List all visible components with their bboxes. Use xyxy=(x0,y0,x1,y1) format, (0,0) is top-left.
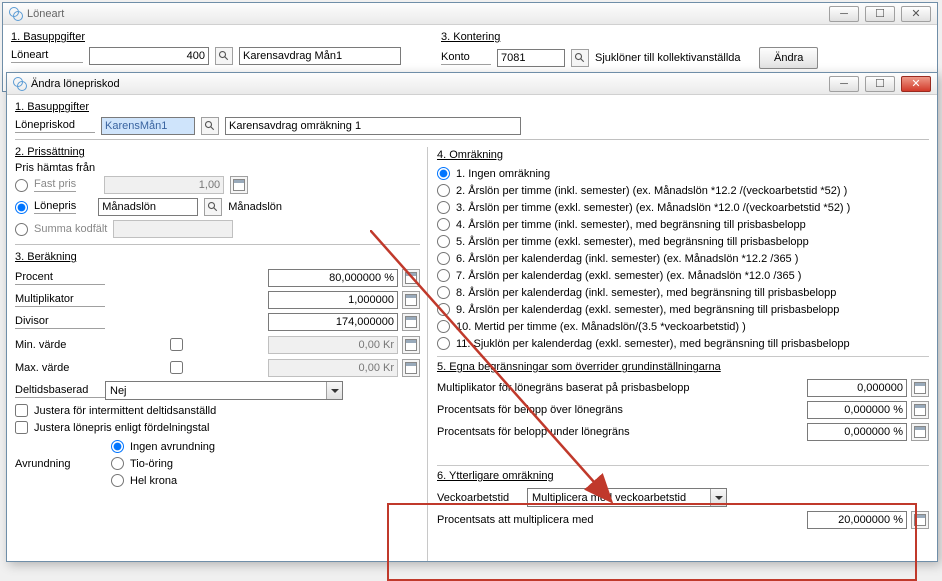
eg1-input[interactable] xyxy=(807,379,907,397)
close-button[interactable]: ✕ xyxy=(901,76,931,92)
andra-lonepriskod-window: Ändra lönepriskod ─ ☐ ✕ 1. Basuppgifter … xyxy=(6,72,938,562)
andra-button[interactable]: Ändra xyxy=(759,47,818,69)
justera-intermittent-checkbox[interactable] xyxy=(15,404,28,417)
max-input xyxy=(268,359,398,377)
app-icon xyxy=(9,7,23,21)
avrundning-label: Avrundning xyxy=(15,458,105,470)
omrakning-6-radio[interactable]: 6. Årslön per kalenderdag (inkl. semeste… xyxy=(437,252,929,265)
divisor-input[interactable] xyxy=(268,313,398,331)
avrundning-ingen-radio[interactable]: Ingen avrundning xyxy=(111,440,215,453)
omrakning-10-radio[interactable]: 10. Mertid per timme (ex. Månadslön/(3.5… xyxy=(437,320,929,333)
close-button[interactable]: ✕ xyxy=(901,6,931,22)
veckoarbetstid-select[interactable]: Multiplicera med veckoarbetstid xyxy=(527,488,727,507)
search-icon[interactable] xyxy=(201,117,219,135)
section-1-title: 1. Basuppgifter xyxy=(15,101,929,113)
summa-kodfalt-radio[interactable]: Summa kodfält xyxy=(15,220,420,238)
konto-desc: Sjuklöner till kollektivanställda xyxy=(595,52,753,64)
omrakning-1-radio[interactable]: 1. Ingen omräkning xyxy=(437,167,929,180)
calculator-icon[interactable] xyxy=(911,423,929,441)
procentsats-label: Procentsats att multiplicera med xyxy=(437,514,807,526)
omrakning-7-radio[interactable]: 7. Årslön per kalenderdag (exkl. semeste… xyxy=(437,269,929,282)
loneart-desc-input[interactable] xyxy=(239,47,401,65)
section-6-title: 6. Ytterligare omräkning xyxy=(437,465,929,482)
pris-hamtas-label: Pris hämtas från xyxy=(15,162,420,174)
omrakning-2-radio[interactable]: 2. Årslön per timme (inkl. semester) (ex… xyxy=(437,184,929,197)
eg3-label: Procentsats för belopp under lönegräns xyxy=(437,426,807,438)
section-3-title: 3. Beräkning xyxy=(15,251,420,263)
deltid-label: Deltidsbaserad xyxy=(15,384,105,398)
procentsats-input[interactable] xyxy=(807,511,907,529)
multiplikator-input[interactable] xyxy=(268,291,398,309)
maximize-button[interactable]: ☐ xyxy=(865,76,895,92)
fastpris-radio[interactable]: Fast pris xyxy=(15,176,420,194)
calculator-icon[interactable] xyxy=(911,401,929,419)
divisor-label: Divisor xyxy=(15,315,105,329)
section-4-title: 4. Omräkning xyxy=(437,149,929,161)
max-checkbox[interactable] xyxy=(170,361,183,374)
omrakning-8-radio[interactable]: 8. Årslön per kalenderdag (inkl. semeste… xyxy=(437,286,929,299)
lonepriskod-desc-input[interactable] xyxy=(225,117,521,135)
eg2-label: Procentsats för belopp över lönegräns xyxy=(437,404,807,416)
titlebar-loneart[interactable]: Löneart ─ ☐ ✕ xyxy=(3,3,937,25)
justera-fordelningstal-checkbox[interactable] xyxy=(15,421,28,434)
deltid-select[interactable]: Nej xyxy=(105,381,343,400)
section-2-title: 2. Prissättning xyxy=(15,146,420,158)
chevron-down-icon xyxy=(326,382,342,399)
loneart-label: Löneart xyxy=(11,49,83,63)
procent-input[interactable] xyxy=(268,269,398,287)
calculator-icon[interactable] xyxy=(402,313,420,331)
search-icon[interactable] xyxy=(215,47,233,65)
calculator-icon[interactable] xyxy=(402,269,420,287)
minimize-button[interactable]: ─ xyxy=(829,6,859,22)
omrakning-11-radio[interactable]: 11. Sjuklön per kalenderdag (exkl. semes… xyxy=(437,337,929,350)
maximize-button[interactable]: ☐ xyxy=(865,6,895,22)
calculator-icon[interactable] xyxy=(911,379,929,397)
calculator-icon[interactable] xyxy=(402,291,420,309)
section-3-title: 3. Kontering xyxy=(441,31,929,43)
omrakning-3-radio[interactable]: 3. Årslön per timme (exkl. semester) (ex… xyxy=(437,201,929,214)
eg3-input[interactable] xyxy=(807,423,907,441)
min-checkbox[interactable] xyxy=(170,338,183,351)
chevron-down-icon xyxy=(710,489,726,506)
omrakning-9-radio[interactable]: 9. Årslön per kalenderdag (exkl. semeste… xyxy=(437,303,929,316)
lonepris-radio[interactable]: Lönepris Månadslön xyxy=(15,198,420,216)
multiplikator-label: Multiplikator xyxy=(15,293,105,307)
loneart-input[interactable] xyxy=(89,47,209,65)
lonepriskod-input[interactable] xyxy=(101,117,195,135)
lonepris-desc: Månadslön xyxy=(228,201,282,213)
minimize-button[interactable]: ─ xyxy=(829,76,859,92)
min-input xyxy=(268,336,398,354)
window-title: Löneart xyxy=(27,8,64,20)
avrundning-tiooring-radio[interactable]: Tio-öring xyxy=(111,457,215,470)
search-icon[interactable] xyxy=(204,198,222,216)
omrakning-5-radio[interactable]: 5. Årslön per timme (exkl. semester), me… xyxy=(437,235,929,248)
eg1-label: Multiplikator för lönegräns baserat på p… xyxy=(437,382,807,394)
titlebar-dialog[interactable]: Ändra lönepriskod ─ ☐ ✕ xyxy=(7,73,937,95)
calculator-icon[interactable] xyxy=(402,336,420,354)
calculator-icon[interactable] xyxy=(911,511,929,529)
section-1-title: 1. Basuppgifter xyxy=(11,31,441,43)
fastpris-input xyxy=(104,176,224,194)
search-icon[interactable] xyxy=(571,49,589,67)
calculator-icon[interactable] xyxy=(230,176,248,194)
omrakning-4-radio[interactable]: 4. Årslön per timme (inkl. semester), me… xyxy=(437,218,929,231)
eg2-input[interactable] xyxy=(807,401,907,419)
dialog-title: Ändra lönepriskod xyxy=(31,78,120,90)
procent-label: Procent xyxy=(15,271,105,285)
lonepris-input[interactable] xyxy=(98,198,198,216)
min-label: Min. värde xyxy=(15,339,87,351)
app-icon xyxy=(13,77,27,91)
section-5-title: 5. Egna begränsningar som överrider grun… xyxy=(437,356,929,373)
max-label: Max. värde xyxy=(15,362,87,374)
konto-input[interactable] xyxy=(497,49,565,67)
avrundning-helkrona-radio[interactable]: Hel krona xyxy=(111,474,215,487)
lonepriskod-label: Lönepriskod xyxy=(15,119,95,133)
veckoarbetstid-label: Veckoarbetstid xyxy=(437,492,527,504)
calculator-icon[interactable] xyxy=(402,359,420,377)
konto-label: Konto xyxy=(441,51,491,65)
